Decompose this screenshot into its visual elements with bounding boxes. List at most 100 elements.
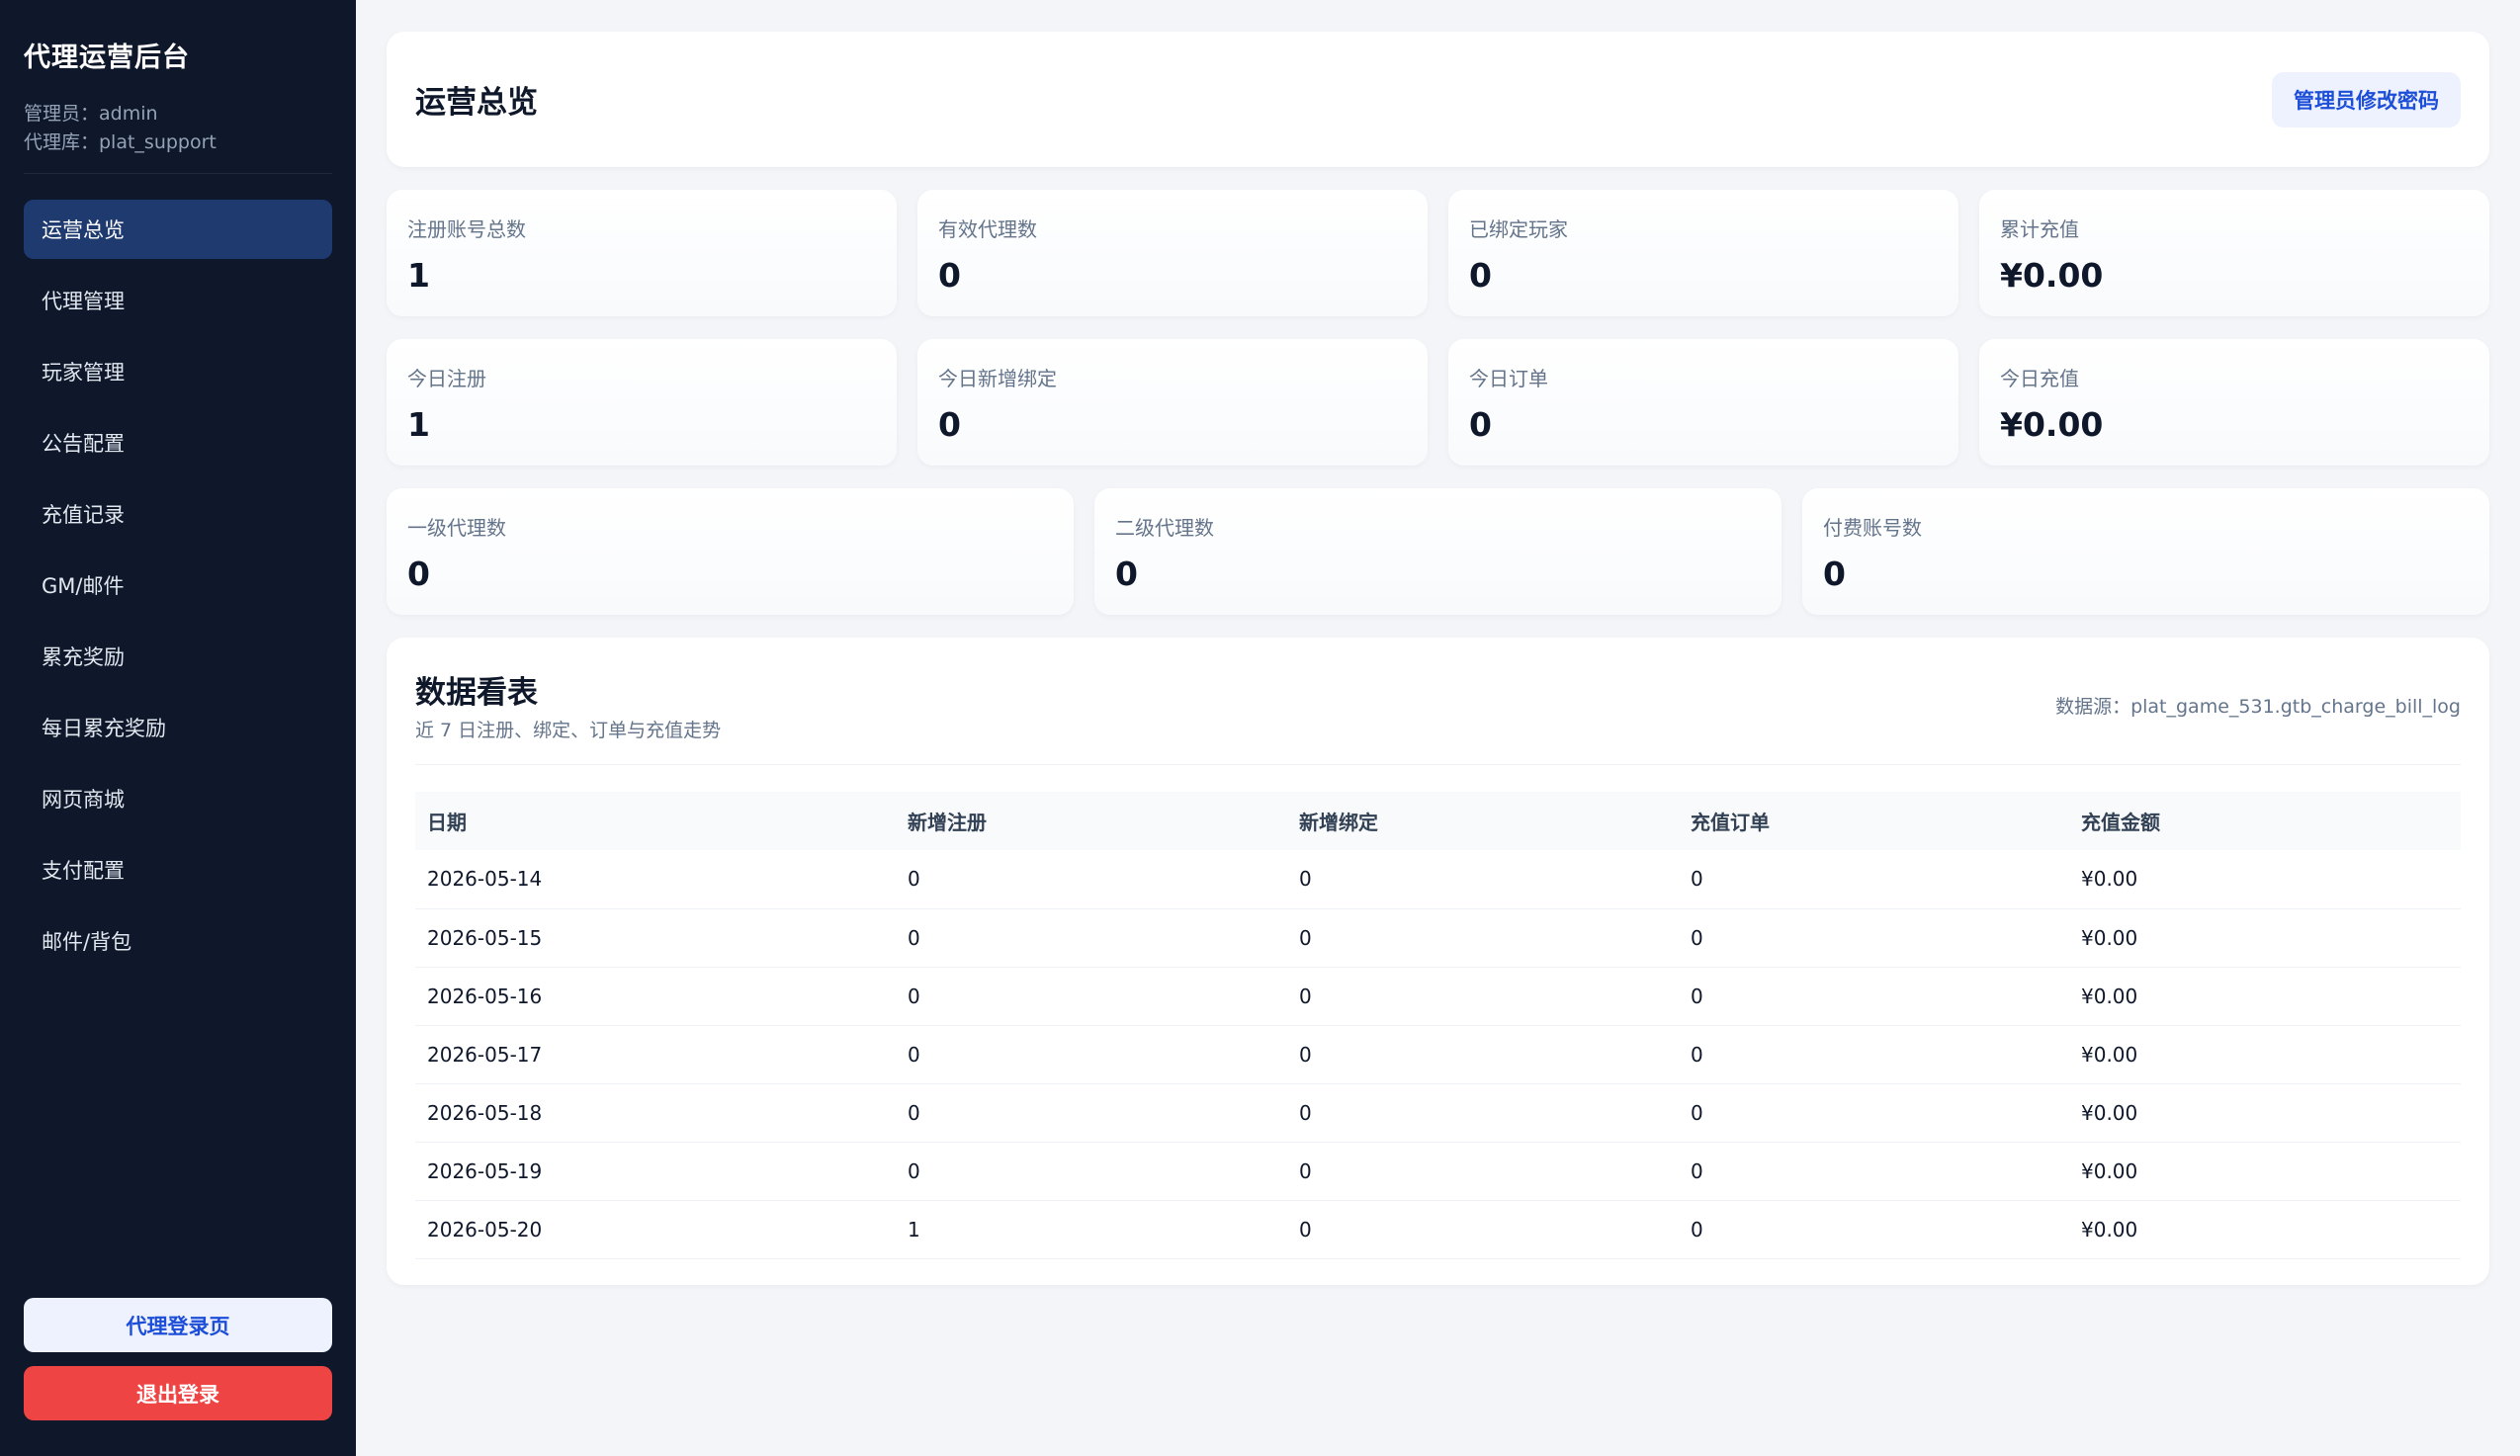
stat-value: 0 — [1823, 555, 1846, 593]
cell-date: 2026-05-20 — [415, 1200, 896, 1259]
cell-recharge-orders: 0 — [1679, 1142, 2069, 1201]
sidebar-item-payment-config[interactable]: 支付配置 — [24, 840, 332, 899]
sidebar-item-players[interactable]: 玩家管理 — [24, 342, 332, 401]
cell-new-bindings: 0 — [1287, 1142, 1679, 1201]
stat-label: 累计充值 — [2000, 217, 2079, 241]
stat-card-level1-agents: 一级代理数 0 — [387, 488, 1074, 615]
daily-stats-table: 日期 新增注册 新增绑定 充值订单 充值金额 2026-05-14 0 0 0 … — [415, 792, 2461, 1259]
stat-card-paying-accounts: 付费账号数 0 — [1802, 488, 2489, 615]
stat-label: 一级代理数 — [407, 516, 506, 540]
cell-new-registrations: 0 — [896, 1142, 1287, 1201]
stat-label: 二级代理数 — [1115, 516, 1214, 540]
cell-new-registrations: 0 — [896, 1083, 1287, 1143]
stat-value: ¥0.00 — [2000, 256, 2104, 295]
sidebar-divider — [24, 173, 332, 174]
cell-new-bindings: 0 — [1287, 908, 1679, 968]
cell-new-bindings: 0 — [1287, 850, 1679, 909]
admin-info: 管理员：admin — [24, 103, 158, 125]
stat-card-today-registrations: 今日注册 1 — [387, 339, 897, 466]
sidebar-item-cumulative-rewards[interactable]: 累充奖励 — [24, 627, 332, 686]
stat-value: 1 — [407, 256, 430, 295]
sidebar-nav: 运营总览 代理管理 玩家管理 公告配置 充值记录 GM/邮件 累充奖励 每日累充… — [24, 200, 332, 971]
cell-recharge-amount: ¥0.00 — [2069, 1083, 2461, 1143]
stats-row-today: 今日注册 1 今日新增绑定 0 今日订单 0 今日充值 ¥0.00 — [387, 339, 2489, 466]
table-row: 2026-05-19 0 0 0 ¥0.00 — [415, 1142, 2461, 1201]
stats-row-agent-levels: 一级代理数 0 二级代理数 0 付费账号数 0 — [387, 488, 2489, 615]
sidebar-item-mail-backpack[interactable]: 邮件/背包 — [24, 911, 332, 971]
data-board: 数据看表 近 7 日注册、绑定、订单与充值走势 数据源：plat_game_53… — [387, 638, 2489, 1285]
stat-value: 1 — [407, 405, 430, 444]
stat-value: ¥0.00 — [2000, 405, 2104, 444]
stat-card-level2-agents: 二级代理数 0 — [1094, 488, 1781, 615]
sidebar-item-announcements[interactable]: 公告配置 — [24, 413, 332, 472]
stat-card-active-agents: 有效代理数 0 — [917, 190, 1428, 316]
sidebar-item-gm-mail[interactable]: GM/邮件 — [24, 556, 332, 615]
cell-new-registrations: 0 — [896, 908, 1287, 968]
agent-login-page-button[interactable]: 代理登录页 — [24, 1298, 332, 1352]
main-content: 运营总览 管理员修改密码 注册账号总数 1 有效代理数 0 已绑定玩家 0 累计… — [356, 0, 2520, 1456]
sidebar-item-web-shop[interactable]: 网页商城 — [24, 769, 332, 828]
stat-label: 今日订单 — [1469, 367, 1548, 390]
change-password-button[interactable]: 管理员修改密码 — [2272, 71, 2461, 128]
page-header: 运营总览 管理员修改密码 — [387, 32, 2489, 167]
table-header-row: 日期 新增注册 新增绑定 充值订单 充值金额 — [415, 792, 2461, 850]
data-board-title: 数据看表 — [415, 675, 538, 711]
stat-label: 已绑定玩家 — [1469, 217, 1568, 241]
cell-date: 2026-05-17 — [415, 1025, 896, 1084]
sidebar: 代理运营后台 管理员：admin 代理库：plat_support 运营总览 代… — [0, 0, 356, 1456]
data-board-subtitle: 近 7 日注册、绑定、订单与充值走势 — [415, 720, 722, 741]
stat-card-today-new-bindings: 今日新增绑定 0 — [917, 339, 1428, 466]
cell-recharge-orders: 0 — [1679, 967, 2069, 1026]
stat-label: 今日新增绑定 — [938, 367, 1057, 390]
cell-recharge-amount: ¥0.00 — [2069, 850, 2461, 909]
logout-button[interactable]: 退出登录 — [24, 1366, 332, 1420]
sidebar-actions: 代理登录页 退出登录 — [24, 1298, 332, 1420]
stat-value: 0 — [407, 555, 430, 593]
stat-value: 0 — [1469, 405, 1492, 444]
stat-card-today-orders: 今日订单 0 — [1448, 339, 1958, 466]
cell-new-registrations: 0 — [896, 1025, 1287, 1084]
cell-new-registrations: 0 — [896, 967, 1287, 1026]
sidebar-item-daily-cumulative-rewards[interactable]: 每日累充奖励 — [24, 698, 332, 757]
table-row: 2026-05-20 1 0 0 ¥0.00 — [415, 1200, 2461, 1259]
stat-label: 付费账号数 — [1823, 516, 1922, 540]
stat-label: 有效代理数 — [938, 217, 1037, 241]
cell-new-registrations: 1 — [896, 1200, 1287, 1259]
data-board-header: 数据看表 近 7 日注册、绑定、订单与充值走势 数据源：plat_game_53… — [415, 638, 2461, 765]
sidebar-item-agents[interactable]: 代理管理 — [24, 271, 332, 330]
stat-label: 今日充值 — [2000, 367, 2079, 390]
cell-recharge-amount: ¥0.00 — [2069, 967, 2461, 1026]
cell-date: 2026-05-19 — [415, 1142, 896, 1201]
cell-recharge-amount: ¥0.00 — [2069, 1200, 2461, 1259]
table-row: 2026-05-17 0 0 0 ¥0.00 — [415, 1025, 2461, 1084]
cell-recharge-orders: 0 — [1679, 1083, 2069, 1143]
stat-value: 0 — [938, 405, 961, 444]
data-source-label: 数据源：plat_game_531.gtb_charge_bill_log — [2055, 695, 2461, 718]
table-row: 2026-05-15 0 0 0 ¥0.00 — [415, 908, 2461, 968]
table-row: 2026-05-16 0 0 0 ¥0.00 — [415, 967, 2461, 1026]
cell-recharge-orders: 0 — [1679, 1025, 2069, 1084]
column-header-new-bindings: 新增绑定 — [1287, 792, 1679, 850]
repo-info: 代理库：plat_support — [24, 131, 217, 153]
cell-recharge-amount: ¥0.00 — [2069, 1142, 2461, 1201]
cell-new-bindings: 0 — [1287, 1200, 1679, 1259]
cell-new-bindings: 0 — [1287, 1083, 1679, 1143]
stat-value: 0 — [1469, 256, 1492, 295]
cell-date: 2026-05-15 — [415, 908, 896, 968]
table-row: 2026-05-18 0 0 0 ¥0.00 — [415, 1083, 2461, 1143]
cell-new-bindings: 0 — [1287, 1025, 1679, 1084]
cell-date: 2026-05-18 — [415, 1083, 896, 1143]
page-title: 运营总览 — [415, 85, 538, 121]
cell-recharge-orders: 0 — [1679, 1200, 2069, 1259]
cell-recharge-amount: ¥0.00 — [2069, 908, 2461, 968]
cell-date: 2026-05-14 — [415, 850, 896, 909]
column-header-new-registrations: 新增注册 — [896, 792, 1287, 850]
column-header-date: 日期 — [415, 792, 896, 850]
cell-new-registrations: 0 — [896, 850, 1287, 909]
app-title: 代理运营后台 — [24, 43, 190, 73]
sidebar-item-overview[interactable]: 运营总览 — [24, 200, 332, 259]
cell-recharge-orders: 0 — [1679, 908, 2069, 968]
sidebar-item-recharge-records[interactable]: 充值记录 — [24, 484, 332, 544]
cell-recharge-amount: ¥0.00 — [2069, 1025, 2461, 1084]
cell-date: 2026-05-16 — [415, 967, 896, 1026]
